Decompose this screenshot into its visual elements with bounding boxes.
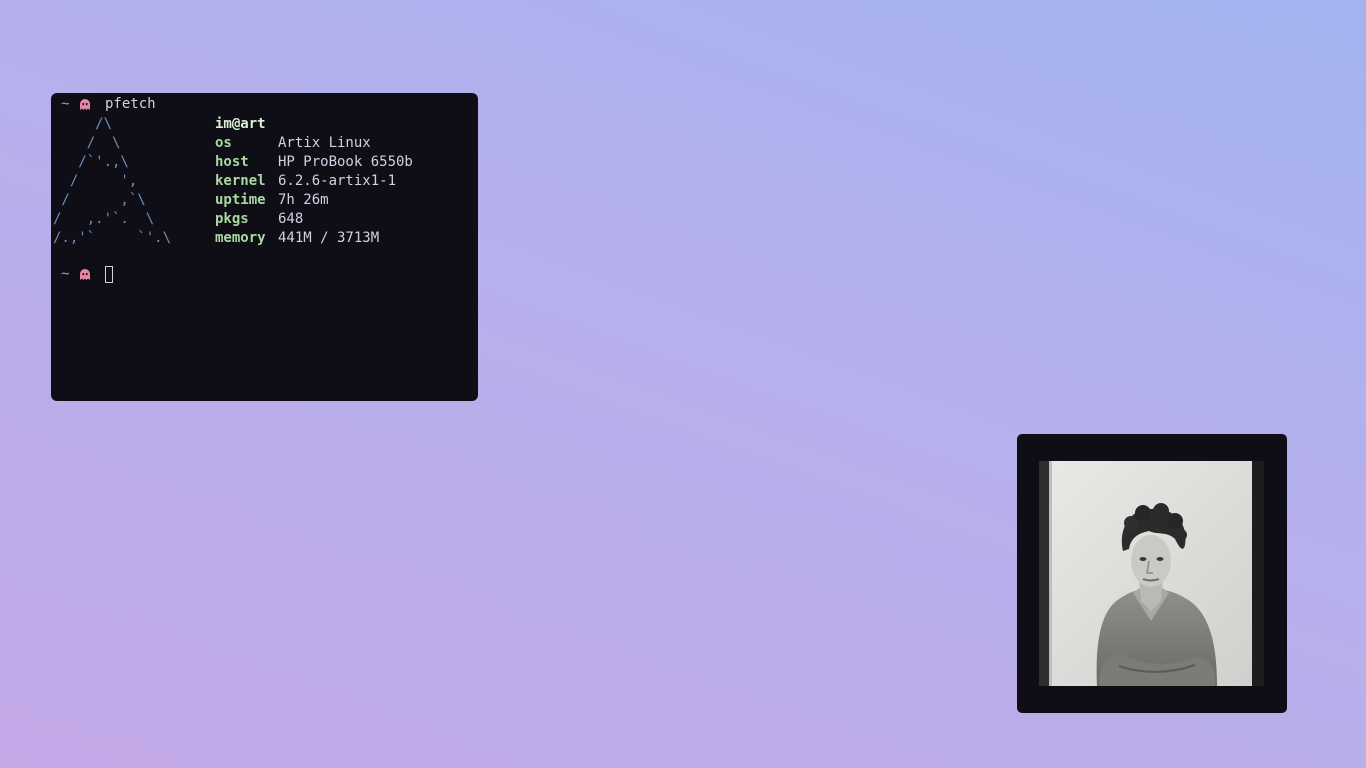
prompt-line-2[interactable]: ~ <box>61 265 113 284</box>
info-row-kernel: kernel 6.2.6-artix1-1 <box>215 172 413 191</box>
artix-ascii-logo: /\ / \ /`'.,\ / ', / ,`\ / ,.'`. \ /.,'`… <box>53 116 172 246</box>
info-user-host-row: im@art <box>215 115 413 134</box>
info-row-os: os Artix Linux <box>215 134 413 153</box>
portrait-image <box>1039 461 1264 686</box>
command-text: pfetch <box>105 96 156 112</box>
terminal-cursor[interactable] <box>105 266 113 283</box>
prompt-tilde: ~ <box>61 266 70 282</box>
prompt-tilde: ~ <box>61 96 70 112</box>
info-row-memory: memory 441M / 3713M <box>215 229 413 248</box>
user-host: im@art <box>215 116 266 132</box>
info-value: HP ProBook 6550b <box>278 154 413 170</box>
info-key: os <box>215 135 232 151</box>
prompt-line-1: ~ pfetch <box>61 95 156 114</box>
info-value: 7h 26m <box>278 192 329 208</box>
info-row-pkgs: pkgs 648 <box>215 210 413 229</box>
info-value: 441M / 3713M <box>278 230 380 246</box>
info-key: uptime <box>215 192 266 208</box>
portrait-photo <box>1039 461 1264 686</box>
system-info: im@art os Artix Linux host HP ProBook 65… <box>215 115 413 248</box>
info-key: kernel <box>215 173 266 189</box>
info-value: 6.2.6-artix1-1 <box>278 173 397 189</box>
ghost-icon <box>80 98 90 110</box>
terminal-window[interactable]: ~ pfetch /\ / \ /`'.,\ / ', / ,`\ / ,.'`… <box>51 93 478 401</box>
info-row-uptime: uptime 7h 26m <box>215 191 413 210</box>
ghost-icon <box>80 268 90 280</box>
image-viewer-window[interactable] <box>1017 434 1287 713</box>
info-value: Artix Linux <box>278 135 371 151</box>
info-key: host <box>215 154 249 170</box>
info-key: pkgs <box>215 211 249 227</box>
info-value: 648 <box>278 211 304 227</box>
info-key: memory <box>215 230 266 246</box>
info-row-host: host HP ProBook 6550b <box>215 153 413 172</box>
